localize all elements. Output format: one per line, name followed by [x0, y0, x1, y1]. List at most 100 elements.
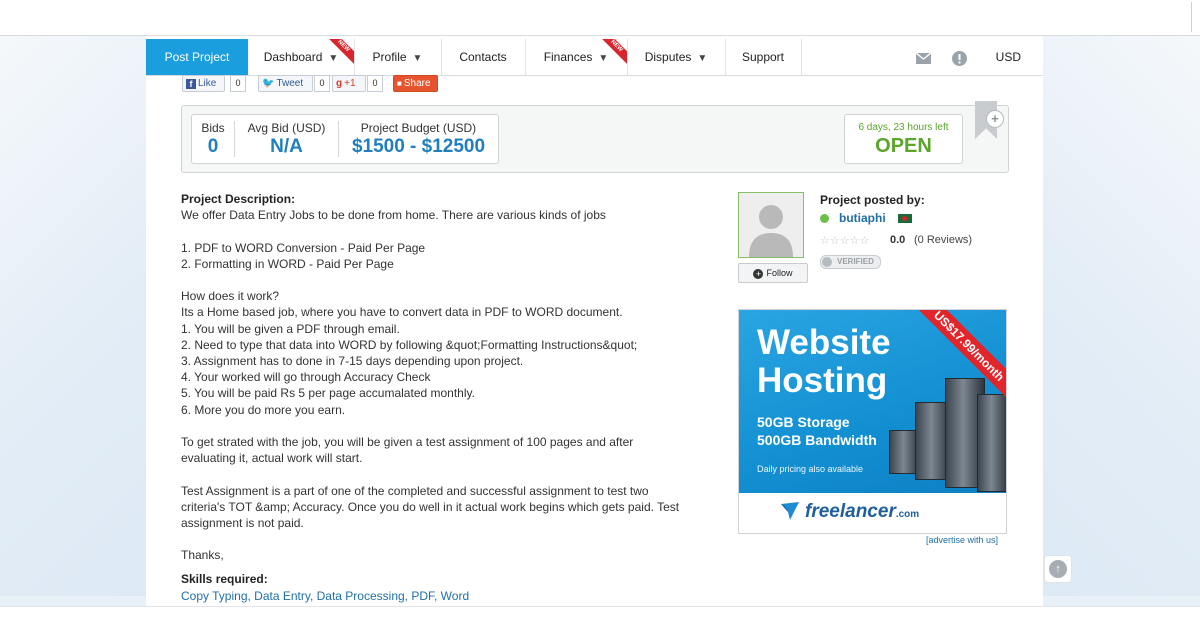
background-left [0, 36, 146, 596]
project-stats-box: Bids 0 Avg Bid (USD) N/A Project Budget … [181, 105, 1009, 173]
nav-dashboard[interactable]: Dashboard ▼ NEW [248, 39, 355, 75]
description-spacer [181, 466, 726, 482]
scroll-to-top-button[interactable]: ↑ [1044, 555, 1072, 583]
ad-pricing-note: Daily pricing also available [757, 464, 864, 474]
description-title: Project Description: [181, 192, 296, 206]
verified-badge: VERIFIED [820, 255, 881, 269]
browser-top-bar [0, 0, 1200, 36]
browser-bottom-bar [0, 606, 1200, 631]
bid-stats: Bids 0 Avg Bid (USD) N/A Project Budget … [191, 114, 499, 164]
description-line: We offer Data Entry Jobs to be done from… [181, 208, 606, 223]
time-left: 6 days, 23 hours left [858, 122, 949, 133]
description-line: To get strated with the job, you will be… [181, 435, 634, 449]
description-line: 3. Assignment has to done in 7-15 days d… [181, 354, 524, 368]
description-spacer [181, 223, 726, 239]
description-line: assignment is not paid. [181, 516, 304, 530]
avg-bid-stat: Avg Bid (USD) N/A [235, 115, 338, 163]
rating-value: 0.0 [890, 234, 906, 246]
nav-contacts[interactable]: Contacts [441, 39, 526, 75]
project-page: Post Project Dashboard ▼ NEW Profile ▼ Con… [146, 36, 1043, 606]
project-description: Project Description: We offer Data Entry… [181, 191, 726, 564]
nav-disputes[interactable]: Disputes ▼ [627, 39, 726, 75]
description-spacer [181, 531, 726, 547]
nav-dashboard-label: Dashboard [263, 50, 323, 64]
chevron-down-icon: ▼ [412, 53, 423, 64]
add-bookmark-icon[interactable]: + [986, 110, 1004, 128]
bangladesh-flag-icon [898, 214, 912, 223]
arrow-up-icon: ↑ [1049, 560, 1067, 578]
top-divider [1191, 2, 1192, 32]
bids-stat: Bids 0 [192, 115, 234, 163]
nav-profile[interactable]: Profile ▼ [354, 39, 442, 75]
description-line: Test Assignment is a part of one of the … [181, 483, 649, 498]
avg-bid-label: Avg Bid (USD) [247, 121, 326, 135]
hosting-ad[interactable]: Website Hosting 50GB Storage 500GB Bandw… [738, 309, 1007, 534]
currency-selector[interactable]: USD [996, 39, 1021, 75]
share-button[interactable]: ■ Share [393, 75, 438, 92]
description-line: How does it work? [181, 289, 280, 304]
nav-finances-label: Finances [543, 50, 593, 64]
facebook-like-button[interactable]: f Like [182, 75, 225, 92]
skills-links[interactable]: Copy Typing, Data Entry, Data Processing… [181, 589, 469, 603]
description-line: 1. PDF to WORD Conversion - Paid Per Pag… [181, 240, 426, 255]
user-silhouette-icon [739, 193, 803, 257]
skills-title: Skills required: [181, 572, 268, 586]
bids-value: 0 [207, 136, 219, 157]
ad-title-line2: Hosting [757, 361, 888, 400]
main-nav: Post Project Dashboard ▼ NEW Profile ▼ Con… [146, 39, 1043, 76]
freelancer-bird-icon [781, 502, 799, 520]
posted-by-title: Project posted by: [820, 193, 925, 207]
description-line: Its a Home based job, where you have to … [181, 305, 623, 320]
ad-banner: Website Hosting 50GB Storage 500GB Bandw… [739, 310, 1006, 493]
google-plus-count: 0 [367, 75, 383, 92]
nav-finances[interactable]: Finances ▼ NEW [525, 39, 628, 75]
ad-title-line1: Website [757, 323, 891, 362]
bids-label: Bids [201, 121, 225, 135]
chevron-down-icon: ▼ [697, 53, 708, 64]
budget-stat: Project Budget (USD) $1500 - $12500 [339, 115, 498, 163]
description-line: 4. Your worked will go through Accuracy … [181, 370, 431, 385]
background-right [1043, 36, 1200, 596]
ad-storage: 50GB Storage [757, 414, 850, 430]
description-body: We offer Data Entry Jobs to be done from… [181, 207, 726, 563]
budget-label: Project Budget (USD) [360, 121, 477, 135]
description-line: 2. Formatting in WORD - Paid Per Page [181, 256, 394, 271]
freelancer-logo: freelancer.com [805, 501, 920, 522]
nav-support[interactable]: Support [725, 39, 802, 75]
budget-value: $1500 - $12500 [351, 136, 486, 157]
poster-username[interactable]: butiaphi [839, 211, 886, 225]
description-line: evaluating it, actual work will start. [181, 451, 363, 466]
reviews-count[interactable]: (0 Reviews) [914, 234, 972, 246]
description-line: 5. You will be paid Rs 5 per page accuma… [181, 386, 475, 401]
follow-button[interactable]: + Follow [738, 263, 808, 283]
rating-stars: ☆☆☆☆☆ [820, 235, 870, 247]
new-badge: NEW [328, 39, 354, 65]
post-project-button[interactable]: Post Project [146, 39, 248, 75]
advertise-link[interactable]: [advertise with us] [926, 535, 998, 545]
status-badge: OPEN [875, 135, 932, 157]
description-line: 6. More you do more you earn. [181, 402, 346, 417]
avatar[interactable] [738, 192, 804, 258]
tweet-button[interactable]: 🐦 Tweet [258, 75, 313, 92]
online-status-icon [820, 214, 829, 223]
plus-icon: + [753, 268, 764, 279]
nav-disputes-label: Disputes [644, 50, 692, 64]
twitter-icon: 🐦 [262, 78, 275, 89]
server-icon [977, 394, 1006, 492]
nav-profile-label: Profile [372, 50, 407, 64]
description-spacer [181, 418, 726, 434]
mail-icon[interactable] [915, 39, 932, 75]
description-spacer [181, 272, 726, 288]
check-icon [822, 257, 832, 267]
description-line: Thanks, [181, 548, 224, 563]
google-plus-button[interactable]: g +1 [332, 75, 366, 92]
description-line: criteria's TOT &amp; Accuracy. Once you … [181, 499, 680, 514]
share-icon: ■ [397, 79, 402, 88]
google-plus-icon: g [336, 78, 343, 89]
new-badge: NEW [601, 39, 627, 65]
tweet-count: 0 [314, 75, 330, 92]
description-line: 1. You will be given a PDF through email… [181, 321, 400, 336]
alert-icon[interactable] [952, 39, 967, 75]
description-line: 2. Need to type that data into WORD by f… [181, 337, 638, 352]
ad-brand-strip: freelancer.com [739, 493, 1006, 533]
